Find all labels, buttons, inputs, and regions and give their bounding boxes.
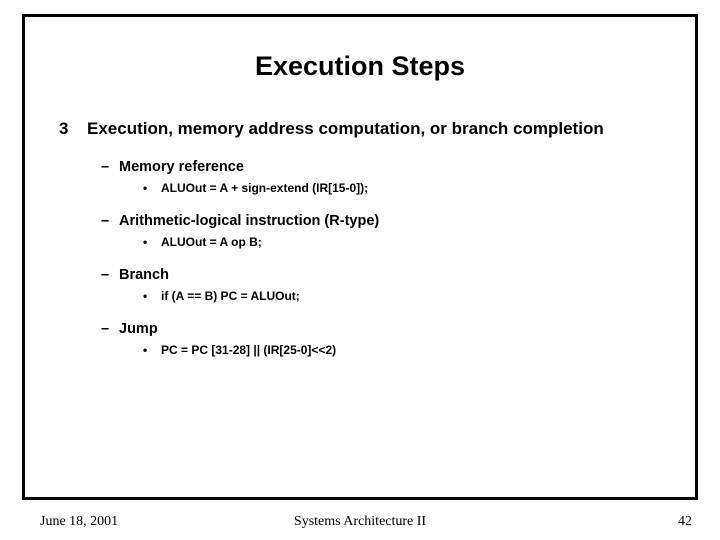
sub-memory-reference-detail: •ALUOut = A + sign-extend (IR[15-0]); bbox=[143, 181, 661, 195]
footer-center: Systems Architecture II bbox=[0, 514, 720, 530]
sub1-label: Jump bbox=[119, 321, 158, 337]
sub-arithmetic: –Arithmetic-logical instruction (R-type) bbox=[101, 213, 661, 229]
slide-title: Execution Steps bbox=[25, 51, 695, 82]
dash-bullet: – bbox=[101, 213, 119, 229]
dash-bullet: – bbox=[101, 159, 119, 175]
sub-memory-reference: –Memory reference bbox=[101, 159, 661, 175]
step-text: Execution, memory address computation, o… bbox=[87, 118, 661, 139]
sub-arithmetic-detail: •ALUOut = A op B; bbox=[143, 235, 661, 249]
dot-bullet: • bbox=[143, 235, 161, 249]
footer-page-number: 42 bbox=[678, 514, 692, 530]
slide-border: Execution Steps 3 Execution, memory addr… bbox=[22, 14, 698, 500]
dot-bullet: • bbox=[143, 181, 161, 195]
sub2-text: ALUOut = A op B; bbox=[161, 235, 262, 249]
sub2-text: if (A == B) PC = ALUOut; bbox=[161, 289, 300, 303]
dot-bullet: • bbox=[143, 289, 161, 303]
dot-bullet: • bbox=[143, 343, 161, 357]
sub-jump-detail: •PC = PC [31-28] || (IR[25-0]<<2) bbox=[143, 343, 661, 357]
sub-branch-detail: •if (A == B) PC = ALUOut; bbox=[143, 289, 661, 303]
slide-content: 3 Execution, memory address computation,… bbox=[25, 82, 695, 357]
sub1-label: Arithmetic-logical instruction (R-type) bbox=[119, 213, 379, 229]
sub-jump: –Jump bbox=[101, 321, 661, 337]
step-number: 3 bbox=[59, 118, 87, 139]
sub2-text: ALUOut = A + sign-extend (IR[15-0]); bbox=[161, 181, 368, 195]
dash-bullet: – bbox=[101, 267, 119, 283]
step-heading: 3 Execution, memory address computation,… bbox=[59, 118, 661, 139]
sub1-label: Branch bbox=[119, 267, 169, 283]
sub-branch: –Branch bbox=[101, 267, 661, 283]
sub2-text: PC = PC [31-28] || (IR[25-0]<<2) bbox=[161, 343, 336, 357]
dash-bullet: – bbox=[101, 321, 119, 337]
sub1-label: Memory reference bbox=[119, 159, 244, 175]
